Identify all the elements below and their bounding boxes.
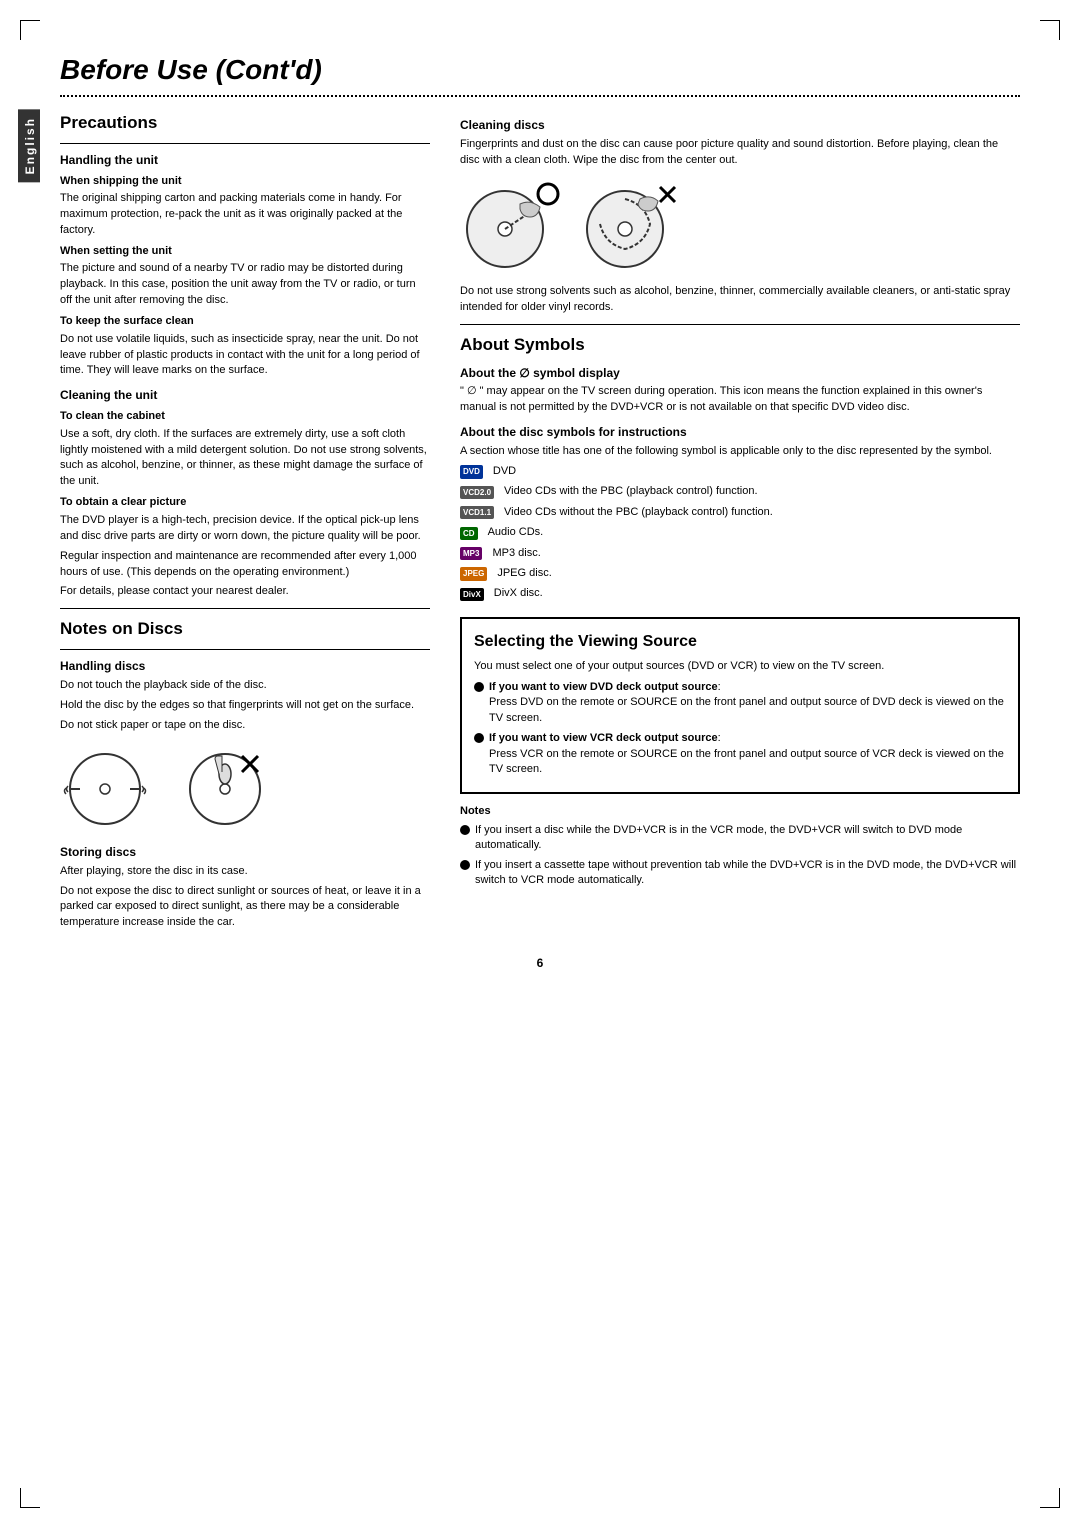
cleaning-unit-title: Cleaning the unit — [60, 387, 430, 404]
viewing-source-title: Selecting the Viewing Source — [474, 631, 1006, 653]
note2-text: If you insert a cassette tape without pr… — [475, 858, 1020, 889]
jpeg-label: JPEG disc. — [497, 566, 551, 581]
viewing-source-text: You must select one of your output sourc… — [474, 659, 1006, 675]
handling-discs-text2: Hold the disc by the edges so that finge… — [60, 698, 430, 714]
page-number: 6 — [60, 955, 1020, 972]
corner-mark-bl — [20, 1488, 40, 1508]
cleaning-images — [460, 179, 1020, 274]
dvd-source-bullet — [474, 682, 484, 692]
dvd-label: DVD — [493, 464, 516, 479]
cleaning-discs-text1: Fingerprints and dust on the disc can ca… — [460, 137, 1020, 169]
notes-section: Notes If you insert a disc while the DVD… — [460, 804, 1020, 888]
viewing-source-box: Selecting the Viewing Source You must se… — [460, 617, 1020, 795]
vcr-source-bullet — [474, 733, 484, 743]
divx-label: DivX disc. — [494, 586, 543, 601]
about-symbols-separator — [460, 324, 1020, 325]
incorrect-cleaning — [580, 179, 680, 274]
when-setting-text: The picture and sound of a nearby TV or … — [60, 261, 430, 309]
note2-bullet — [460, 860, 470, 870]
handling-unit-title: Handling the unit — [60, 152, 430, 169]
note2: If you insert a cassette tape without pr… — [460, 858, 1020, 889]
vcr-source-item: If you want to view VCR deck output sour… — [474, 731, 1006, 777]
divx-badge: DivX — [460, 588, 484, 601]
correct-cleaning — [460, 179, 560, 274]
precautions-title: Precautions — [60, 111, 430, 135]
corner-mark-tr — [1040, 20, 1060, 40]
clear-picture-subtitle: To obtain a clear picture — [60, 495, 430, 510]
cd-badge: CD — [460, 527, 478, 540]
surface-clean-subtitle: To keep the surface clean — [60, 314, 430, 329]
precautions-separator — [60, 143, 430, 144]
symbol-row-vcd11: VCD1.1 Video CDs without the PBC (playba… — [460, 505, 1020, 521]
correct-cleaning-icon — [460, 179, 560, 274]
dvd-source-text: Press DVD on the remote or SOURCE on the… — [489, 696, 1004, 723]
symbol-row-mp3: MP3 MP3 disc. — [460, 546, 1020, 562]
bad-disc-icon — [180, 744, 270, 834]
symbol-row-dvd: DVD DVD — [460, 464, 1020, 480]
storing-discs-text1: After playing, store the disc in its cas… — [60, 864, 430, 880]
storing-discs-title: Storing discs — [60, 844, 430, 861]
vcd20-badge: VCD2.0 — [460, 486, 494, 499]
clear-picture-text2: Regular inspection and maintenance are r… — [60, 549, 430, 581]
title-separator — [60, 95, 1020, 97]
mp3-label: MP3 disc. — [492, 546, 540, 561]
vcd11-label: Video CDs without the PBC (playback cont… — [504, 505, 773, 520]
note1: If you insert a disc while the DVD+VCR i… — [460, 823, 1020, 854]
symbol-display-text: " ∅ " may appear on the TV screen during… — [460, 384, 1020, 416]
disc-handling-images — [60, 744, 430, 834]
symbol-row-divx: DivX DivX disc. — [460, 586, 1020, 602]
mp3-badge: MP3 — [460, 547, 482, 560]
handling-discs-text3: Do not stick paper or tape on the disc. — [60, 718, 430, 734]
handling-discs-title: Handling discs — [60, 658, 430, 675]
clear-picture-text1: The DVD player is a high-tech, precision… — [60, 513, 430, 545]
storing-discs-text2: Do not expose the disc to direct sunligh… — [60, 884, 430, 932]
vcd11-badge: VCD1.1 — [460, 506, 494, 519]
good-disc-icon — [60, 744, 150, 834]
symbol-row-vcd20: VCD2.0 Video CDs with the PBC (playback … — [460, 484, 1020, 500]
about-symbols-title: About Symbols — [460, 333, 1020, 357]
note1-bullet — [460, 825, 470, 835]
handling-discs-text1: Do not touch the playback side of the di… — [60, 678, 430, 694]
dvd-source-label: If you want to view DVD deck output sour… — [489, 681, 718, 693]
notes-separator — [60, 608, 430, 609]
symbol-row-cd: CD Audio CDs. — [460, 525, 1020, 541]
clear-picture-text3: For details, please contact your nearest… — [60, 584, 430, 600]
symbol-display-title: About the ∅ symbol display — [460, 365, 1020, 382]
jpeg-badge: JPEG — [460, 567, 487, 580]
right-column: Cleaning discs Fingerprints and dust on … — [460, 109, 1020, 935]
cd-label: Audio CDs. — [488, 525, 544, 540]
to-clean-subtitle: To clean the cabinet — [60, 409, 430, 424]
dvd-source-item: If you want to view DVD deck output sour… — [474, 680, 1006, 726]
cleaning-discs-text2: Do not use strong solvents such as alcoh… — [460, 284, 1020, 316]
disc-symbols-text: A section whose title has one of the fol… — [460, 444, 1020, 460]
when-setting-subtitle: When setting the unit — [60, 244, 430, 259]
english-tab: English — [18, 109, 40, 182]
symbol-row-jpeg: JPEG JPEG disc. — [460, 566, 1020, 582]
note1-text: If you insert a disc while the DVD+VCR i… — [475, 823, 1020, 854]
to-clean-text: Use a soft, dry cloth. If the surfaces a… — [60, 427, 430, 491]
notes-discs-title: Notes on Discs — [60, 617, 430, 641]
surface-clean-text: Do not use volatile liquids, such as ins… — [60, 332, 430, 380]
left-column: English Precautions Handling the unit Wh… — [60, 109, 430, 935]
vcr-source-text: Press VCR on the remote or SOURCE on the… — [489, 748, 1004, 775]
when-shipping-text: The original shipping carton and packing… — [60, 191, 430, 239]
corner-mark-br — [1040, 1488, 1060, 1508]
corner-mark-tl — [20, 20, 40, 40]
incorrect-cleaning-icon — [580, 179, 680, 274]
dvd-badge: DVD — [460, 465, 483, 478]
disc-symbols-title: About the disc symbols for instructions — [460, 424, 1020, 441]
notes-discs-separator — [60, 649, 430, 650]
vcr-source-label: If you want to view VCR deck output sour… — [489, 732, 718, 744]
vcd20-label: Video CDs with the PBC (playback control… — [504, 484, 758, 499]
page-title: Before Use (Cont'd) — [60, 40, 1020, 89]
cleaning-discs-title: Cleaning discs — [460, 117, 1020, 134]
notes-title: Notes — [460, 804, 1020, 819]
when-shipping-subtitle: When shipping the unit — [60, 174, 430, 189]
